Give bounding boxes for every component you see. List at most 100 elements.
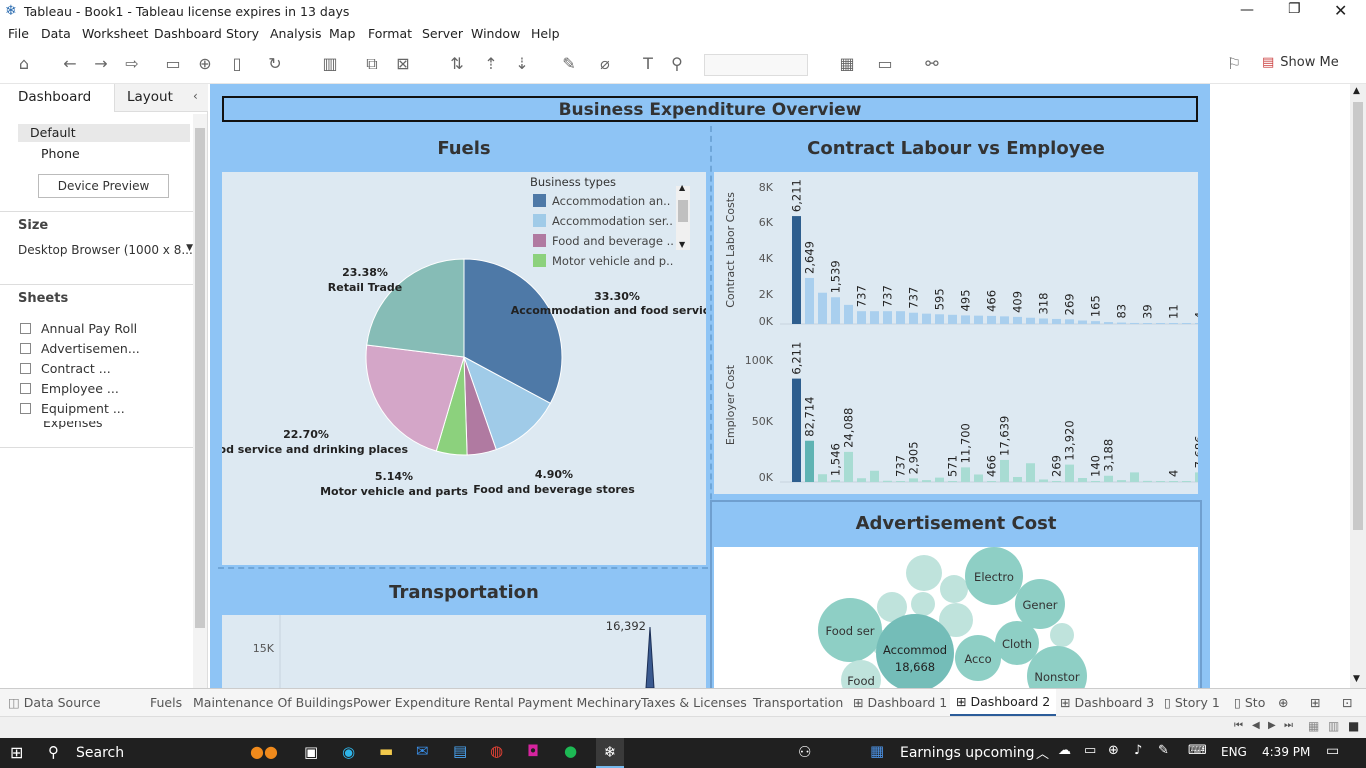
scrollbar-thumb[interactable]: [1353, 102, 1363, 530]
taskbar-search[interactable]: Search: [76, 745, 124, 761]
employer-bar[interactable]: [1130, 472, 1139, 482]
pen-icon[interactable]: ✎: [1158, 743, 1169, 758]
employer-bar[interactable]: [974, 474, 983, 483]
transportation-line-chart[interactable]: 15K 16,392: [222, 615, 706, 688]
employer-bar[interactable]: [922, 480, 931, 482]
size-dropdown[interactable]: Desktop Browser (1000 x 8... ▼: [18, 243, 193, 257]
menu-data[interactable]: Data: [41, 26, 71, 41]
spotify-icon[interactable]: ●: [564, 742, 577, 760]
contract-bar[interactable]: [896, 311, 905, 324]
contract-bar[interactable]: [1013, 316, 1022, 324]
format-painter-icon[interactable]: ⚐: [1222, 52, 1246, 76]
employer-bar[interactable]: [870, 470, 879, 482]
windows-start-icon[interactable]: ⊞: [10, 743, 23, 762]
fit-dropdown[interactable]: [704, 54, 808, 76]
contract-bar[interactable]: [1182, 323, 1191, 324]
contract-bar[interactable]: [922, 313, 931, 324]
employer-bar[interactable]: [857, 478, 866, 482]
contract-bar[interactable]: [805, 277, 814, 324]
clear-sheet-icon[interactable]: ⊠: [391, 52, 415, 76]
save-icon[interactable]: ▭: [161, 52, 185, 76]
employer-bar[interactable]: [1117, 480, 1126, 482]
restore-button[interactable]: ❐: [1288, 1, 1301, 17]
menu-format[interactable]: Format: [368, 26, 412, 41]
canvas-scrollbar[interactable]: ▲ ▼: [1350, 84, 1366, 688]
pane-scrollbar[interactable]: [193, 114, 207, 688]
sheet-item[interactable]: Contract ...: [20, 361, 111, 376]
menu-analysis[interactable]: Analysis: [270, 26, 322, 41]
volume-icon[interactable]: ♪: [1134, 743, 1142, 758]
employer-bar[interactable]: [1065, 464, 1074, 482]
employer-bar[interactable]: [987, 481, 996, 482]
employer-bar[interactable]: [831, 480, 840, 482]
tab-fuels[interactable]: Fuels: [150, 695, 182, 710]
scrollbar-thumb[interactable]: [678, 200, 688, 222]
contract-bar[interactable]: [883, 311, 892, 324]
employer-bar[interactable]: [1182, 481, 1191, 482]
employer-bar[interactable]: [909, 478, 918, 482]
home-icon[interactable]: ⌂: [12, 52, 36, 76]
contract-bar-chart[interactable]: Contract Labor Costs Employer Cost 8K 6K…: [714, 172, 1198, 494]
pause-icon[interactable]: ▯: [225, 52, 249, 76]
collapse-pane-icon[interactable]: ‹: [193, 89, 198, 103]
new-story-icon[interactable]: ⊡: [1342, 695, 1352, 710]
contract-bar[interactable]: [1169, 323, 1178, 324]
contract-bar[interactable]: [1156, 323, 1165, 324]
share-icon[interactable]: ⚯: [920, 52, 944, 76]
clock[interactable]: 4:39 PM: [1262, 745, 1310, 759]
tab-dashboard-1[interactable]: ⊞ Dashboard 1: [853, 695, 947, 710]
employer-bar[interactable]: [961, 467, 970, 482]
employer-bar[interactable]: [1195, 472, 1198, 482]
tab-maintenance[interactable]: Maintenance Of Buildings: [193, 695, 353, 710]
employer-bar[interactable]: [1104, 475, 1113, 482]
employer-bar[interactable]: [792, 378, 801, 482]
employer-bar[interactable]: [1026, 463, 1035, 482]
forward-icon[interactable]: →: [89, 52, 113, 76]
contract-bar[interactable]: [831, 297, 840, 324]
contract-bar[interactable]: [1117, 322, 1126, 324]
contract-bar[interactable]: [844, 304, 853, 324]
employer-bar[interactable]: [818, 474, 827, 482]
people-icon[interactable]: ⚇: [798, 743, 811, 761]
contract-bar[interactable]: [1039, 318, 1048, 324]
last-sheet-icon[interactable]: ⏭: [1284, 720, 1293, 731]
scroll-down-icon[interactable]: ▼: [1353, 674, 1360, 684]
contract-bar[interactable]: [1052, 318, 1061, 324]
tray-chevron-icon[interactable]: ︿: [1036, 743, 1049, 762]
device-default[interactable]: Default: [18, 124, 190, 142]
contract-bar[interactable]: [909, 312, 918, 324]
swap-icon[interactable]: ⇅: [445, 52, 469, 76]
sheet-item[interactable]: Equipment ...: [20, 401, 125, 416]
minimize-button[interactable]: —: [1240, 2, 1254, 18]
sort-asc-icon[interactable]: ⇡: [479, 52, 503, 76]
fuels-legend[interactable]: Business types Accommodation an.. Accomm…: [528, 174, 692, 268]
search-icon[interactable]: ⚲: [48, 743, 59, 761]
sort-desc-icon[interactable]: ⇣: [510, 52, 534, 76]
scroll-up-icon[interactable]: ▲: [679, 183, 685, 192]
menu-help[interactable]: Help: [531, 26, 560, 41]
battery-icon[interactable]: ▭: [1084, 743, 1096, 758]
employer-bar[interactable]: [844, 451, 853, 482]
news-icon[interactable]: ▦: [870, 742, 884, 760]
employer-bar[interactable]: [1078, 478, 1087, 482]
close-button[interactable]: ✕: [1334, 1, 1347, 20]
contract-bar[interactable]: [818, 292, 827, 324]
menu-dashboard[interactable]: Dashboard: [154, 26, 222, 41]
employer-bar[interactable]: [1091, 481, 1100, 482]
contract-bar[interactable]: [870, 311, 879, 324]
show-cards-icon[interactable]: ▦: [835, 52, 859, 76]
next-sheet-icon[interactable]: ▶: [1268, 720, 1276, 731]
tab-dashboard-2[interactable]: ⊞ Dashboard 2: [950, 689, 1057, 717]
new-worksheet-icon[interactable]: ⊕: [1278, 695, 1288, 710]
menu-map[interactable]: Map: [329, 26, 355, 41]
legend-item[interactable]: Motor vehicle and p..: [533, 254, 673, 267]
tab-dashboard[interactable]: Dashboard: [0, 84, 114, 112]
refresh-icon[interactable]: ↻: [263, 52, 287, 76]
contract-bar[interactable]: [1130, 322, 1139, 324]
sheet-sorter-icon[interactable]: ▦: [1308, 719, 1319, 733]
show-me-button[interactable]: ▤ Show Me: [1262, 55, 1339, 70]
employer-bar[interactable]: [1000, 459, 1009, 482]
new-worksheet-icon[interactable]: ▥: [318, 52, 342, 76]
instagram-icon[interactable]: ◘: [527, 742, 539, 760]
menu-server[interactable]: Server: [422, 26, 463, 41]
